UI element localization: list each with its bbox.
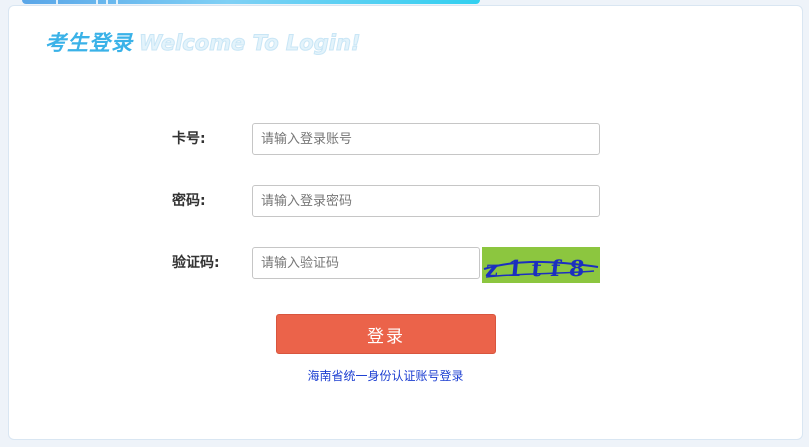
card-number-label: 卡号: <box>172 131 206 147</box>
unified-identity-login-text[interactable]: 海南省统一身份认证账号登录 <box>307 369 463 383</box>
unified-identity-login-link[interactable]: 海南省统一身份认证账号登录 <box>0 367 771 384</box>
accent-tick <box>116 0 118 4</box>
password-label: 密码: <box>172 193 206 209</box>
title-english: Welcome To Login! <box>139 31 361 56</box>
accent-tick <box>96 0 98 4</box>
accent-tick <box>106 0 108 4</box>
captcha-graphic: z1tf8 <box>483 256 599 282</box>
captcha-label: 验证码: <box>172 255 220 271</box>
captcha-image[interactable]: z1tf8 <box>482 247 600 283</box>
card-number-input[interactable] <box>252 123 600 155</box>
captcha-input[interactable] <box>252 247 480 279</box>
password-input[interactable] <box>252 185 600 217</box>
title-chinese: 考生登录 <box>45 31 133 55</box>
page-title: 考生登录 Welcome To Login! <box>45 27 361 57</box>
accent-tick <box>56 0 58 4</box>
top-accent-bar <box>22 0 480 4</box>
captcha-text: z1tf8 <box>484 256 594 282</box>
login-button[interactable]: 登录 <box>276 314 496 354</box>
